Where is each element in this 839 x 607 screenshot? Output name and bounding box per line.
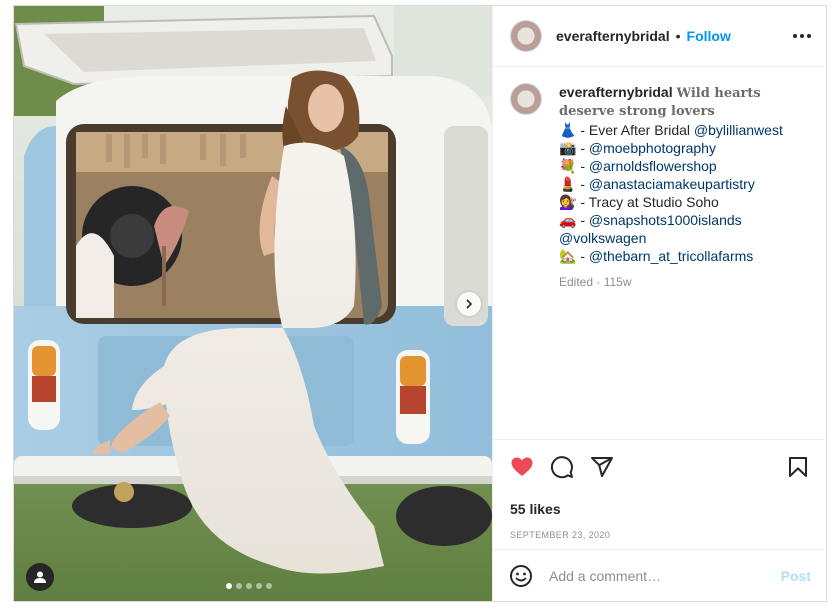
post-date[interactable]: SEPTEMBER 23, 2020 [493,530,827,540]
credit-text: - [576,140,589,156]
caption-avatar[interactable] [510,83,542,115]
mention-link[interactable]: @volkswagen [559,230,646,246]
bookmark-icon [789,457,807,477]
carousel-indicator [226,583,272,589]
caption-headline: deserve strong lovers [559,104,715,119]
smiley-icon [510,564,532,587]
follow-button[interactable]: Follow [687,28,731,44]
caption-area: everafternybridal Wild hearts deserve st… [493,67,827,439]
haircut-emoji-icon: 💇‍♀️ [559,194,577,210]
lipstick-emoji-icon: 💄 [559,176,577,192]
carousel-dot [226,583,232,589]
caption-credit-line: 📸 - @moebphotography [559,139,783,157]
user-tag-icon [34,571,46,583]
avatar-logo-icon [511,21,541,51]
carousel-dot [236,583,242,589]
post-photo[interactable] [14,6,492,601]
account-avatar[interactable] [510,20,542,52]
paper-plane-icon [591,457,613,477]
carousel-dot [256,583,262,589]
caption-credit-line: 💇‍♀️ - Tracy at Studio Soho [559,193,783,211]
dress-emoji-icon: 👗 [559,122,577,138]
action-bar [493,439,827,494]
car-emoji-icon: 🚗 [559,212,577,228]
comment-bar: Post [493,549,827,601]
save-button[interactable] [785,454,811,480]
bouquet-emoji-icon: 💐 [559,158,577,174]
caption-credit-line: @volkswagen [559,229,783,247]
credit-text: - [576,158,589,174]
credit-text: - Tracy at Studio Soho [576,194,719,210]
likes-count[interactable]: 55 likes [493,500,827,518]
more-horizontal-icon [807,34,811,38]
mention-link[interactable]: @snapshots1000islands [589,212,742,228]
user-tag-button[interactable] [26,563,54,591]
bride-on-camper-van-image [14,6,492,601]
house-emoji-icon: 🏡 [559,248,577,264]
caption-credit-line: 💄 - @anastaciamakeupartistry [559,175,783,193]
credit-text: - Ever After Bridal [576,122,694,138]
caption-meta: Edited · 115w [559,273,783,291]
post-side-panel: everafternybridal • Follow everafternybr… [492,6,827,601]
post-age[interactable]: 115w [604,275,632,289]
caption-credit-line: 💐 - @arnoldsflowershop [559,157,783,175]
post-header: everafternybridal • Follow [493,6,827,67]
chevron-right-icon [466,299,473,309]
header-separator: • [675,28,681,44]
mention-link[interactable]: @bylillianwest [694,122,783,138]
credit-text: - [576,212,589,228]
account-username[interactable]: everafternybridal [556,28,670,44]
carousel-dot [246,583,252,589]
caption-text: everafternybridal Wild hearts deserve st… [559,83,783,439]
like-button[interactable] [509,454,535,480]
comment-button[interactable] [549,454,575,480]
caption-headline: Wild hearts [676,86,761,101]
caption-credit-line: 🏡 - @thebarn_at_tricollafarms [559,247,783,265]
emoji-picker-button[interactable] [509,564,533,588]
caption-credit-line: 🚗 - @snapshots1000islands [559,211,783,229]
comment-icon [550,456,573,479]
credit-text: - [576,248,589,264]
caption-credit-line: 👗 - Ever After Bridal @bylillianwest [559,121,783,139]
heart-filled-icon [511,457,533,476]
mention-link[interactable]: @moebphotography [589,140,716,156]
carousel-next-button[interactable] [457,292,481,316]
edited-label: Edited [559,275,594,289]
share-button[interactable] [589,454,615,480]
post-comment-button[interactable]: Post [781,568,811,584]
camera-emoji-icon: 📸 [559,140,577,156]
more-options-button[interactable] [793,34,811,38]
more-horizontal-icon [793,34,797,38]
mention-link[interactable]: @thebarn_at_tricollafarms [589,248,753,264]
comment-input[interactable] [549,567,781,584]
post-card: everafternybridal • Follow everafternybr… [13,5,827,602]
credit-text: - [576,176,589,192]
mention-link[interactable]: @anastaciamakeupartistry [589,176,755,192]
more-horizontal-icon [800,34,804,38]
meta-dot: · [596,275,601,289]
avatar-logo-icon [511,84,541,114]
mention-link[interactable]: @arnoldsflowershop [589,158,717,174]
carousel-dot [266,583,272,589]
caption-username[interactable]: everafternybridal [559,84,673,100]
